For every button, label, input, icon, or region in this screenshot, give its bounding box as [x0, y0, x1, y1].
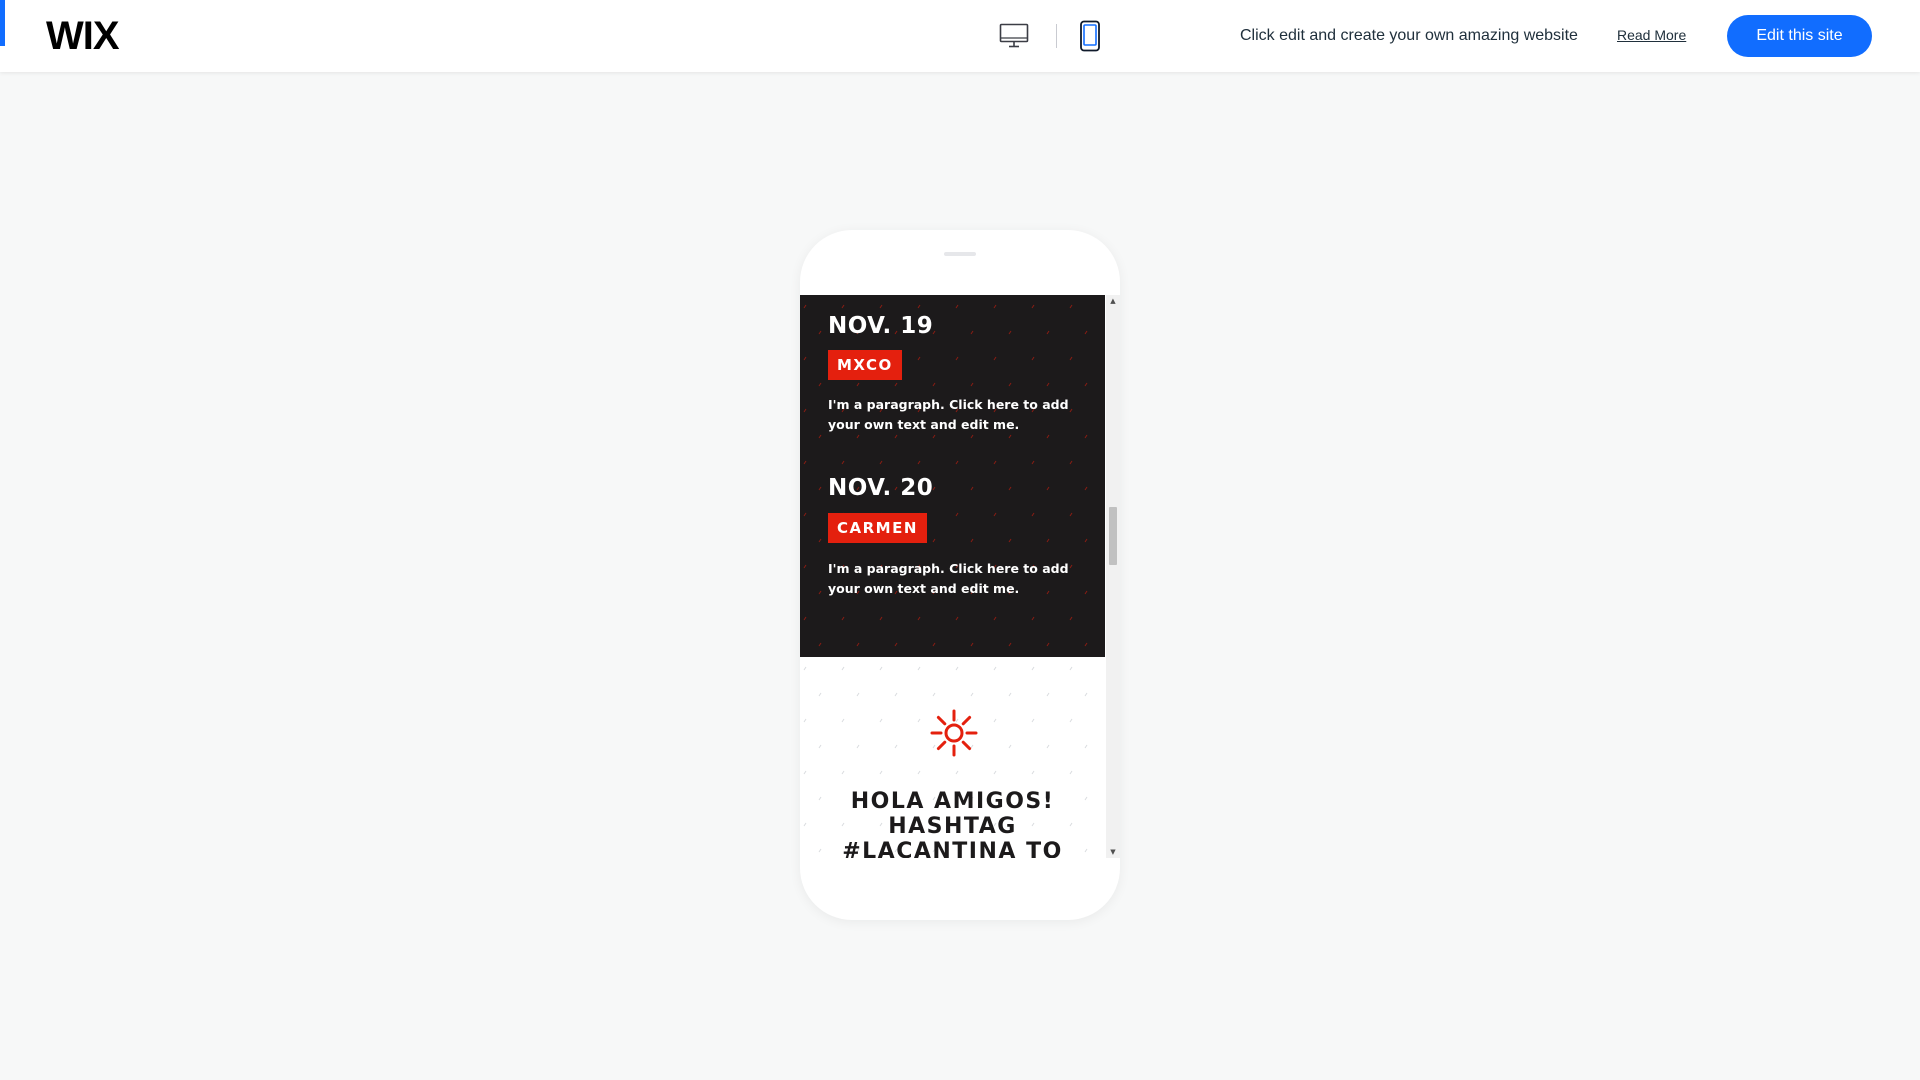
event-tag: MXCO	[828, 350, 902, 380]
device-divider	[1056, 24, 1057, 48]
event-tag: CARMEN	[828, 513, 927, 543]
hola-section: HOLA AMIGOS! HASHTAG #LACANTINA TO	[800, 657, 1105, 858]
edit-site-button[interactable]: Edit this site	[1727, 15, 1872, 57]
mobile-site-viewport[interactable]: NOV. 19 MXCO I'm a paragraph. Click here…	[800, 295, 1120, 858]
desktop-view-button[interactable]	[998, 20, 1030, 52]
desktop-icon	[999, 23, 1029, 48]
mobile-icon	[1080, 20, 1100, 52]
scroll-down-arrow-icon[interactable]: ▼	[1106, 846, 1120, 858]
event-date: NOV. 20	[828, 475, 934, 501]
event-paragraph: I'm a paragraph. Click here to add your …	[828, 397, 1069, 432]
phone-speaker	[944, 252, 976, 256]
viewport-scrollbar[interactable]: ▲ ▼	[1106, 295, 1120, 858]
event-paragraph: I'm a paragraph. Click here to add your …	[828, 561, 1069, 596]
event-date: NOV. 19	[828, 313, 934, 339]
read-more-link[interactable]: Read More	[1617, 27, 1686, 43]
promo-text: Click edit and create your own amazing w…	[1240, 27, 1578, 44]
mobile-preview-frame: NOV. 19 MXCO I'm a paragraph. Click here…	[800, 230, 1120, 920]
scroll-up-arrow-icon[interactable]: ▲	[1106, 295, 1120, 307]
mobile-view-button[interactable]	[1074, 20, 1106, 52]
events-section: NOV. 19 MXCO I'm a paragraph. Click here…	[800, 295, 1105, 657]
top-bar: WIX Click edit and create your own amazi…	[0, 0, 1920, 72]
scroll-thumb[interactable]	[1109, 507, 1117, 565]
hola-heading: HOLA AMIGOS! HASHTAG #LACANTINA TO	[842, 789, 1063, 858]
wix-logo[interactable]: WIX	[46, 14, 120, 59]
sun-icon	[930, 709, 978, 757]
accent-strip	[0, 0, 5, 46]
